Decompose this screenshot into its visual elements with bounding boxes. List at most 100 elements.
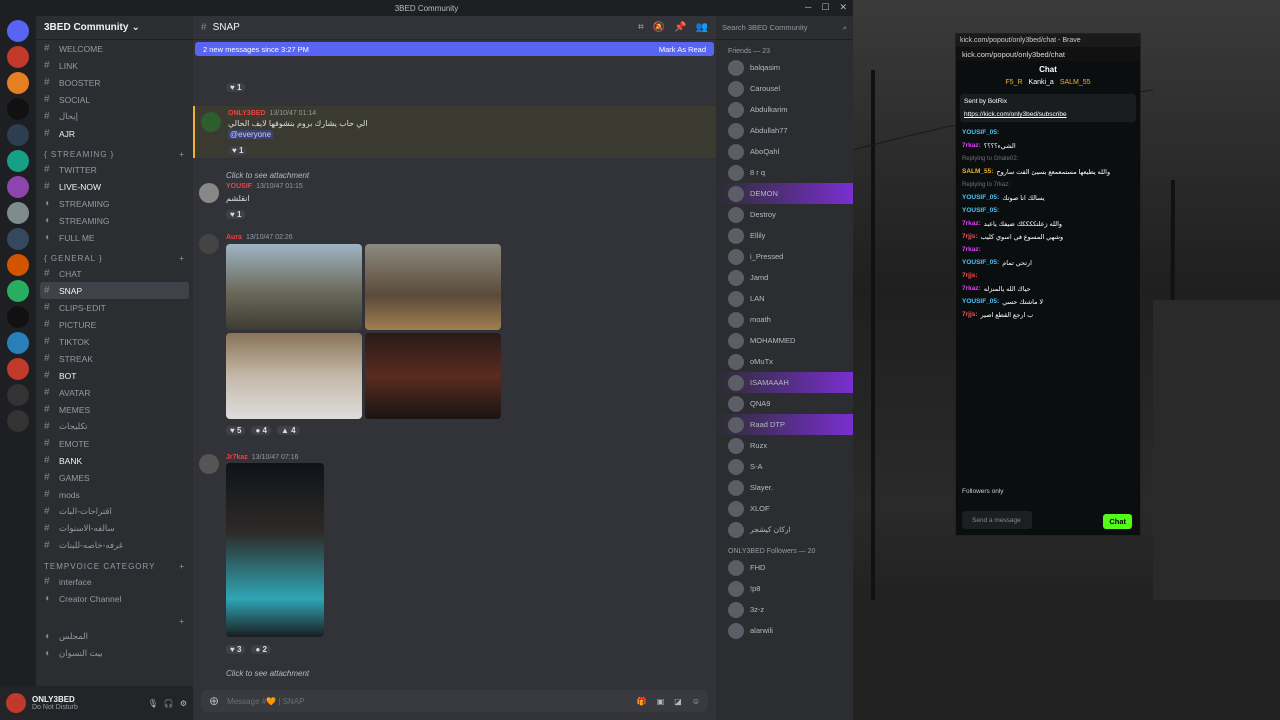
user-info[interactable]: ONLY3BED Do Not Disturb [32, 695, 78, 711]
server-icon[interactable] [7, 306, 29, 328]
image-attachment[interactable] [365, 244, 501, 330]
server-icon[interactable] [7, 358, 29, 380]
emoji-icon[interactable]: ☺ [692, 697, 700, 706]
member-item[interactable]: Carousel [716, 78, 853, 99]
reaction[interactable]: ♥ 5 [226, 425, 246, 435]
server-icon[interactable] [7, 124, 29, 146]
image-attachment[interactable] [226, 463, 324, 637]
top-gifter[interactable]: Kanki_a [1029, 79, 1054, 86]
message-author[interactable]: YOUSIF [226, 183, 252, 190]
channel-item[interactable]: ◖ STREAMING [36, 212, 193, 229]
search-input[interactable]: Search 3BED Community [722, 23, 807, 32]
channel-item[interactable]: # SOCIAL [36, 91, 193, 108]
reaction[interactable]: ♥ 3 [226, 644, 246, 654]
maximize-icon[interactable]: ☐ [821, 2, 829, 13]
channel-item[interactable]: # TWITTER [36, 161, 193, 178]
member-item[interactable]: AboQahl [716, 141, 853, 162]
image-attachment[interactable] [226, 244, 362, 330]
server-icon[interactable] [7, 176, 29, 198]
member-item[interactable]: DEMON [716, 183, 853, 204]
minimize-icon[interactable]: ─ [805, 2, 811, 13]
member-item[interactable]: Raad DTP [716, 414, 853, 435]
reply-preview[interactable]: Click to see attachment [226, 171, 309, 180]
add-attachment-icon[interactable]: ⊕ [209, 694, 219, 708]
category-extra[interactable]: + [36, 607, 193, 628]
channel-item[interactable]: # LIVE-NOW [36, 178, 193, 195]
channel-item[interactable]: # سالفه-الاسنوات [36, 520, 193, 537]
channel-item[interactable]: # interface [36, 573, 193, 590]
reaction[interactable]: ♥ 1 [226, 209, 246, 219]
guild-header[interactable]: 3BED Community ⌄ [36, 16, 193, 40]
channel-item[interactable]: # STREAK [36, 350, 193, 367]
member-item[interactable]: balqasim [716, 57, 853, 78]
channel-item[interactable]: # BOOSTER [36, 74, 193, 91]
channel-item[interactable]: # CHAT [36, 265, 193, 282]
channel-item[interactable]: # MEMES [36, 401, 193, 418]
avatar[interactable] [199, 234, 219, 254]
reaction[interactable]: ▲ 4 [276, 425, 300, 435]
server-icon[interactable] [7, 150, 29, 172]
close-icon[interactable]: ✕ [839, 2, 847, 13]
category-general[interactable]: { GENERAL } + [36, 246, 193, 265]
server-icon[interactable] [7, 98, 29, 120]
home-icon[interactable] [7, 20, 29, 42]
channel-item[interactable]: ◖ FULL ME [36, 229, 193, 246]
channel-item[interactable]: # AVATAR [36, 384, 193, 401]
add-channel-icon[interactable]: + [179, 617, 185, 626]
member-item[interactable]: i_Pressed [716, 246, 853, 267]
member-item[interactable]: Abdullah77 [716, 120, 853, 141]
member-item[interactable]: Ellily [716, 225, 853, 246]
reaction[interactable]: ● 2 [251, 644, 271, 654]
server-icon[interactable] [7, 332, 29, 354]
category-streaming[interactable]: { STREAMING } + [36, 142, 193, 161]
channel-item[interactable]: # WELCOME [36, 40, 193, 57]
address-url[interactable]: kick.com/popout/only3bed/chat [962, 50, 1065, 59]
server-icon[interactable] [7, 46, 29, 68]
channel-item[interactable]: ◖ STREAMING [36, 195, 193, 212]
message-author[interactable]: ONLY3BED [228, 110, 265, 117]
channel-item[interactable]: ◖ بيت النسوان [36, 645, 193, 662]
avatar[interactable] [6, 693, 26, 713]
member-item[interactable]: LAN [716, 288, 853, 309]
member-item[interactable]: XLOF [716, 498, 853, 519]
channel-item[interactable]: # mods [36, 486, 193, 503]
channel-item[interactable]: # BANK [36, 452, 193, 469]
server-icon[interactable] [7, 254, 29, 276]
threads-icon[interactable]: ⌗ [638, 22, 644, 33]
video-attachment[interactable] [226, 333, 362, 419]
chat-input[interactable]: Send a message [962, 511, 1032, 529]
channel-item[interactable]: # GAMES [36, 469, 193, 486]
channel-item[interactable]: # TIKTOK [36, 333, 193, 350]
server-icon[interactable] [7, 202, 29, 224]
member-item[interactable]: oMuTx [716, 351, 853, 372]
member-item[interactable]: QNA9 [716, 393, 853, 414]
member-item[interactable]: alarwili [716, 620, 853, 641]
server-icon[interactable] [7, 280, 29, 302]
member-item[interactable]: Jamd [716, 267, 853, 288]
reaction[interactable]: ♥ 1 [228, 145, 248, 155]
add-channel-icon[interactable]: + [179, 150, 185, 159]
member-item[interactable]: MOHAMMED [716, 330, 853, 351]
gear-icon[interactable]: ⚙ [180, 699, 187, 708]
member-item[interactable]: 3z-z [716, 599, 853, 620]
channel-item[interactable]: # CLIPS-EDIT [36, 299, 193, 316]
server-icon[interactable] [7, 228, 29, 250]
member-item[interactable]: ISAMAAAH [716, 372, 853, 393]
headphones-icon[interactable]: 🎧 [164, 699, 174, 708]
add-channel-icon[interactable]: + [179, 562, 185, 571]
pin-icon[interactable]: 📌 [674, 22, 686, 33]
address-bar[interactable]: kick.com/popout/only3bed/chat [956, 47, 1140, 61]
bell-icon[interactable]: 🔕 [653, 22, 665, 33]
new-messages-bar[interactable]: 2 new messages since 3:27 PM Mark As Rea… [195, 42, 714, 56]
member-item[interactable]: moath [716, 309, 853, 330]
top-gifter[interactable]: F5_R [1005, 79, 1022, 86]
search-box[interactable]: Search 3BED Community ⌕ [716, 16, 853, 40]
sticker-icon[interactable]: ◪ [674, 697, 682, 706]
member-item[interactable]: S-A [716, 456, 853, 477]
channel-item[interactable]: # غرفه-خاصه-للبنات [36, 537, 193, 554]
microphone-icon[interactable]: 🎙 [148, 699, 158, 708]
member-item[interactable]: Slayer. [716, 477, 853, 498]
image-attachment[interactable] [365, 333, 501, 419]
channel-item[interactable]: # AJR [36, 125, 193, 142]
channel-item[interactable]: # EMOTE [36, 435, 193, 452]
